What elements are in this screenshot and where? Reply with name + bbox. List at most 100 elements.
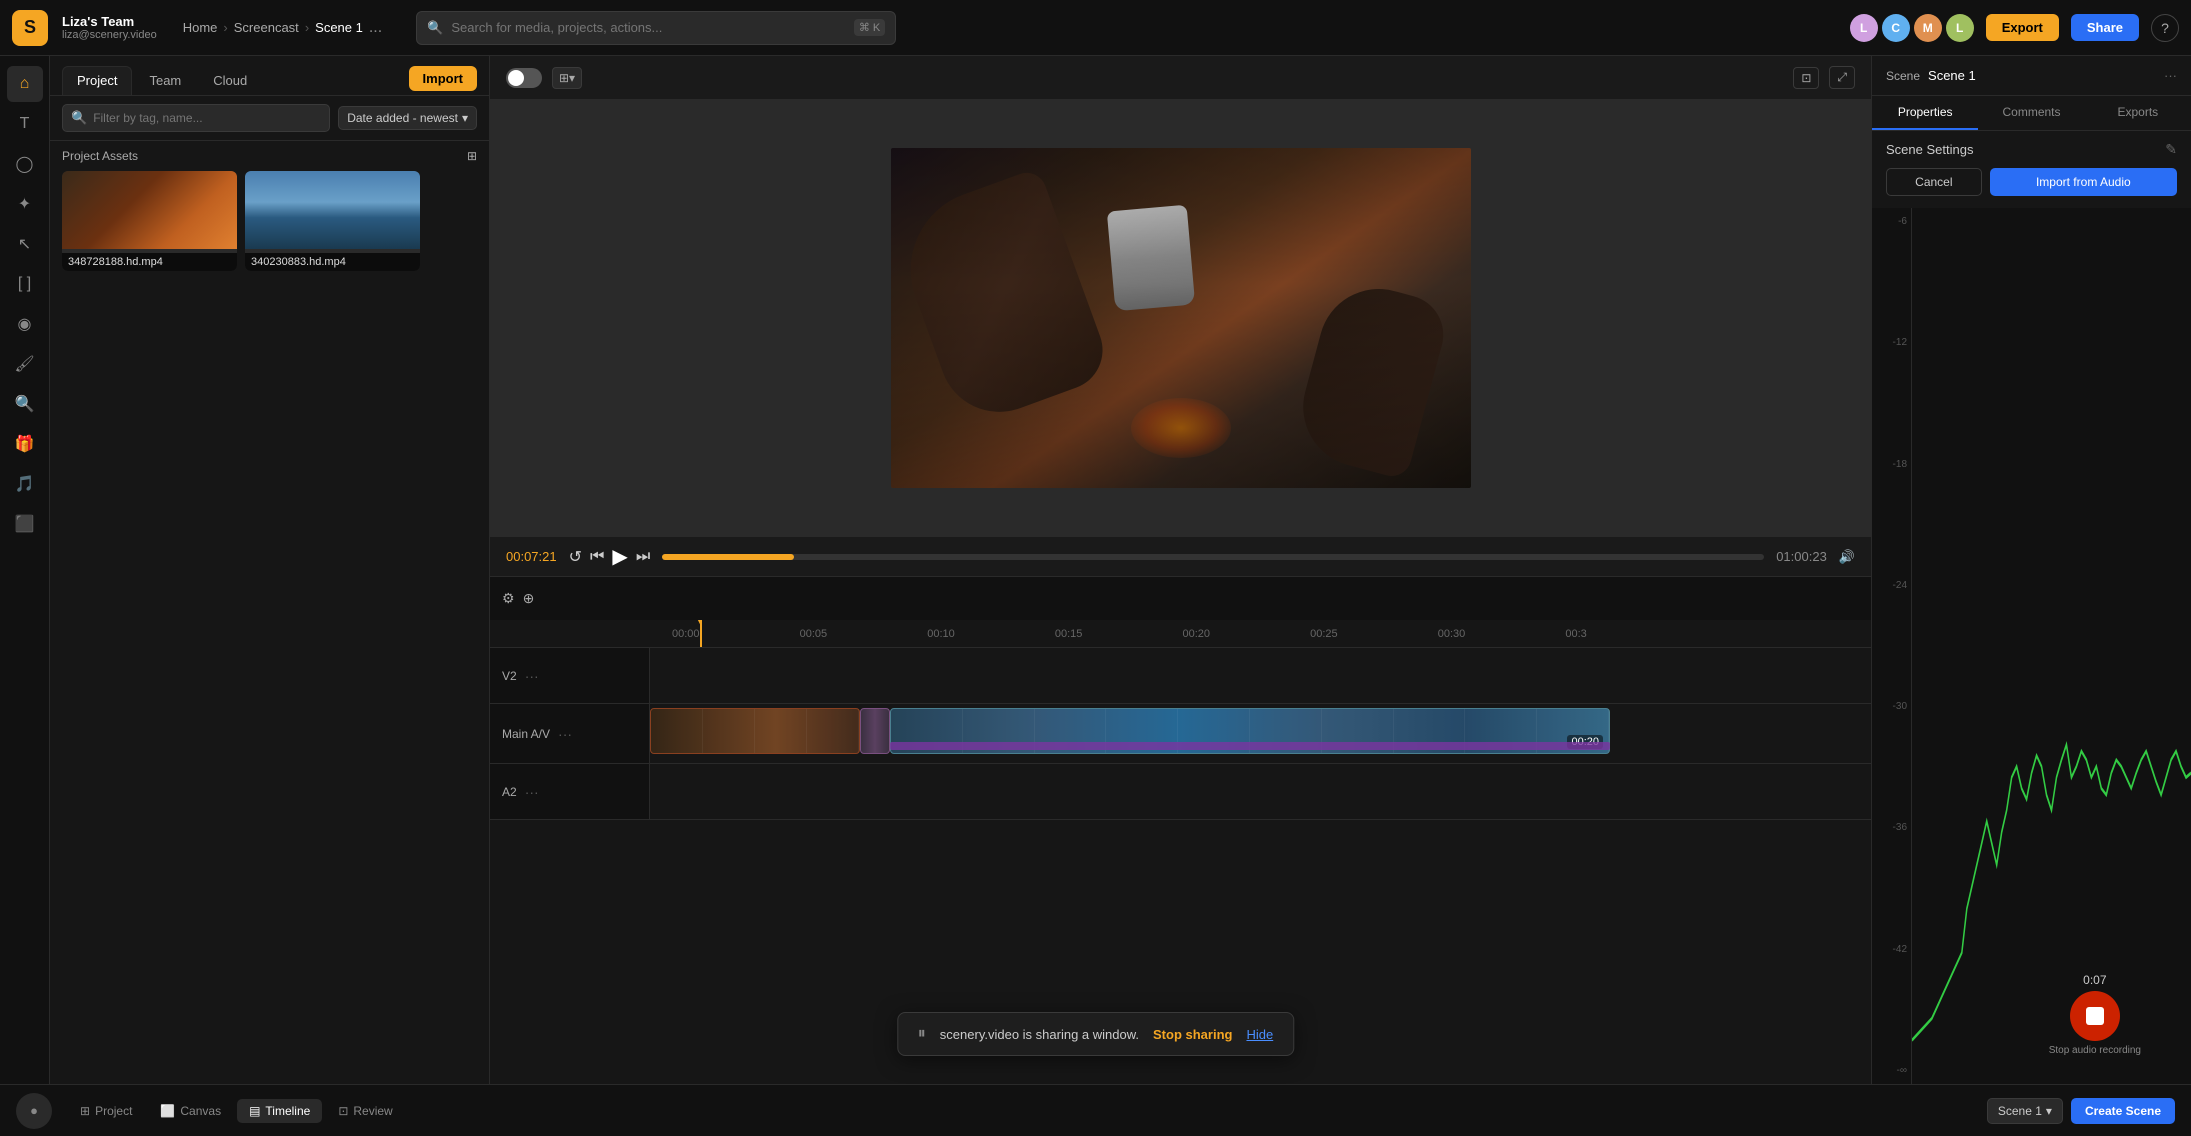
fit-button[interactable]: ⊡ bbox=[1793, 67, 1819, 89]
audio-strip bbox=[890, 742, 1610, 750]
export-button[interactable]: Export bbox=[1986, 14, 2059, 41]
right-panel-header: Scene Scene 1 ··· bbox=[1872, 56, 2191, 96]
scene-label: Scene bbox=[1886, 69, 1920, 83]
scale-neg24: -24 bbox=[1876, 580, 1907, 591]
chevron-down-icon: ▾ bbox=[462, 111, 468, 125]
bottom-tab-canvas[interactable]: ⬜ Canvas bbox=[148, 1099, 233, 1123]
track-a2: A2 ··· bbox=[490, 764, 1871, 820]
bottom-tab-review[interactable]: ⊡ Review bbox=[326, 1099, 404, 1123]
assets-grid-toggle-icon[interactable]: ⊞ bbox=[467, 149, 477, 163]
panel-tab-project[interactable]: Project bbox=[62, 66, 132, 95]
avatar-L1: L bbox=[1850, 14, 1878, 42]
timeline-magnet-button[interactable]: ⊕ bbox=[523, 590, 535, 607]
breadcrumb-screencast[interactable]: Screencast bbox=[234, 20, 299, 35]
toggle-switch[interactable] bbox=[506, 68, 542, 88]
breadcrumb-home[interactable]: Home bbox=[183, 20, 218, 35]
panel-tab-cloud[interactable]: Cloud bbox=[198, 66, 262, 95]
hide-sharing-button[interactable]: Hide bbox=[1246, 1027, 1273, 1042]
sidebar-icon-brackets[interactable]: [ ] bbox=[7, 266, 43, 302]
sidebar-icon-shapes[interactable]: ◯ bbox=[7, 146, 43, 182]
sidebar-icon-home[interactable]: ⌂ bbox=[7, 66, 43, 102]
track-main-av: Main A/V ··· bbox=[490, 704, 1871, 764]
panel-left: Project Team Cloud Import 🔍 Date added -… bbox=[50, 56, 490, 1084]
stop-sharing-button[interactable]: Stop sharing bbox=[1153, 1027, 1232, 1042]
rp-tab-properties[interactable]: Properties bbox=[1872, 96, 1978, 130]
panel-tab-team[interactable]: Team bbox=[134, 66, 196, 95]
track-label-a2: A2 ··· bbox=[490, 764, 650, 819]
scene-settings-header: Scene Settings ✎ bbox=[1872, 131, 2191, 168]
panel-search-input[interactable] bbox=[93, 111, 321, 125]
track-menu-a2[interactable]: ··· bbox=[525, 784, 539, 800]
track-menu-v2[interactable]: ··· bbox=[525, 668, 539, 684]
progress-bar-fill bbox=[662, 554, 794, 560]
rp-tab-comments[interactable]: Comments bbox=[1978, 96, 2084, 130]
sidebar-icon-search[interactable]: 🔍 bbox=[7, 386, 43, 422]
scale-neg42: -42 bbox=[1876, 944, 1907, 955]
asset-filename-fire: 348728188.hd.mp4 bbox=[62, 253, 237, 271]
scale-neginf: -∞ bbox=[1876, 1065, 1907, 1076]
track-content-v2[interactable] bbox=[650, 648, 1871, 703]
record-dot[interactable]: ● bbox=[16, 1093, 52, 1129]
bottom-tab-project[interactable]: ⊞ Project bbox=[68, 1099, 144, 1123]
scene-settings-title: Scene Settings bbox=[1886, 142, 1973, 157]
asset-thumb-fire[interactable]: 348728188.hd.mp4 bbox=[62, 171, 237, 271]
breadcrumb-more-button[interactable]: ... bbox=[369, 19, 382, 37]
volume-icon[interactable]: 🔊 bbox=[1839, 549, 1855, 565]
loop-button[interactable]: ↺ bbox=[569, 544, 582, 569]
timeline-snap-button[interactable]: ⚙ bbox=[502, 590, 515, 607]
ruler-mark-7: 00:3 bbox=[1563, 628, 1691, 640]
rewind-button[interactable]: ⏮ bbox=[590, 544, 604, 569]
edit-icon[interactable]: ✎ bbox=[2165, 141, 2177, 158]
sort-dropdown[interactable]: Date added - newest ▾ bbox=[338, 106, 477, 130]
waveform-canvas bbox=[1912, 208, 2191, 1084]
stop-recording-button[interactable] bbox=[2070, 991, 2120, 1041]
sidebar-icon-gift[interactable]: 🎁 bbox=[7, 426, 43, 462]
track-menu-main-av[interactable]: ··· bbox=[558, 726, 572, 742]
ruler-mark-4: 00:20 bbox=[1181, 628, 1309, 640]
panel-more-icon[interactable]: ··· bbox=[2164, 68, 2177, 83]
clip-transition[interactable] bbox=[860, 708, 890, 754]
fast-forward-button[interactable]: ⏭ bbox=[636, 544, 650, 569]
scene-select[interactable]: Scene 1 ▾ bbox=[1987, 1098, 2063, 1124]
track-name-a2: A2 bbox=[502, 785, 517, 799]
playhead[interactable] bbox=[700, 620, 702, 647]
sidebar-icon-text[interactable]: T bbox=[7, 106, 43, 142]
rp-tab-exports[interactable]: Exports bbox=[2085, 96, 2191, 130]
global-search-input[interactable] bbox=[451, 20, 845, 35]
track-content-a2[interactable] bbox=[650, 764, 1871, 819]
progress-bar[interactable] bbox=[662, 554, 1764, 560]
import-button[interactable]: Import bbox=[409, 66, 477, 91]
help-button[interactable]: ? bbox=[2151, 14, 2179, 42]
scene-name: Scene 1 bbox=[1928, 68, 1976, 83]
import-from-audio-button[interactable]: Import from Audio bbox=[1990, 168, 2177, 196]
clip-fire[interactable] bbox=[650, 708, 860, 754]
panel-search-icon: 🔍 bbox=[71, 110, 87, 126]
sidebar-icon-paint[interactable]: 🖌 bbox=[7, 346, 43, 382]
stop-recording-container: 0:07 Stop audio recording bbox=[2049, 973, 2141, 1056]
sidebar-icon-effects[interactable]: ✦ bbox=[7, 186, 43, 222]
sidebar-icon-sticker[interactable]: ◉ bbox=[7, 306, 43, 342]
resize-button[interactable]: ⤢ bbox=[1829, 66, 1855, 89]
asset-thumb-lake[interactable]: 340230883.hd.mp4 bbox=[245, 171, 420, 271]
track-name-v2: V2 bbox=[502, 669, 517, 683]
sidebar-icon-cursor[interactable]: ↖ bbox=[7, 226, 43, 262]
breadcrumb: Home › Screencast › Scene 1 ... bbox=[183, 19, 382, 37]
breadcrumb-sep1: › bbox=[223, 20, 227, 35]
ruler-marks: 00:00 00:05 00:10 00:15 00:20 00:25 00:3… bbox=[670, 628, 1691, 640]
cancel-button[interactable]: Cancel bbox=[1886, 168, 1982, 196]
breadcrumb-current[interactable]: Scene 1 bbox=[315, 20, 363, 35]
clip-fire-thumbs bbox=[651, 709, 859, 753]
play-button[interactable]: ▶ bbox=[612, 544, 627, 569]
sidebar-icon-audio[interactable]: 🎵 bbox=[7, 466, 43, 502]
scale-neg6: -6 bbox=[1876, 216, 1907, 227]
bottom-tab-timeline[interactable]: ▤ Timeline bbox=[237, 1099, 322, 1123]
panel-toolbar: 🔍 Date added - newest ▾ bbox=[50, 96, 489, 141]
bottom-bar: ● ⊞ Project ⬜ Canvas ▤ Timeline ⊡ Review… bbox=[0, 1084, 2191, 1136]
team-selector[interactable]: Liza's Team liza@scenery.video bbox=[62, 14, 157, 41]
avatar-M: M bbox=[1914, 14, 1942, 42]
create-scene-button[interactable]: Create Scene bbox=[2071, 1098, 2175, 1124]
share-button[interactable]: Share bbox=[2071, 14, 2139, 41]
grid-view-button[interactable]: ⊞▾ bbox=[552, 67, 582, 89]
track-v2: V2 ··· bbox=[490, 648, 1871, 704]
sidebar-icon-screen[interactable]: ⬛ bbox=[7, 506, 43, 542]
